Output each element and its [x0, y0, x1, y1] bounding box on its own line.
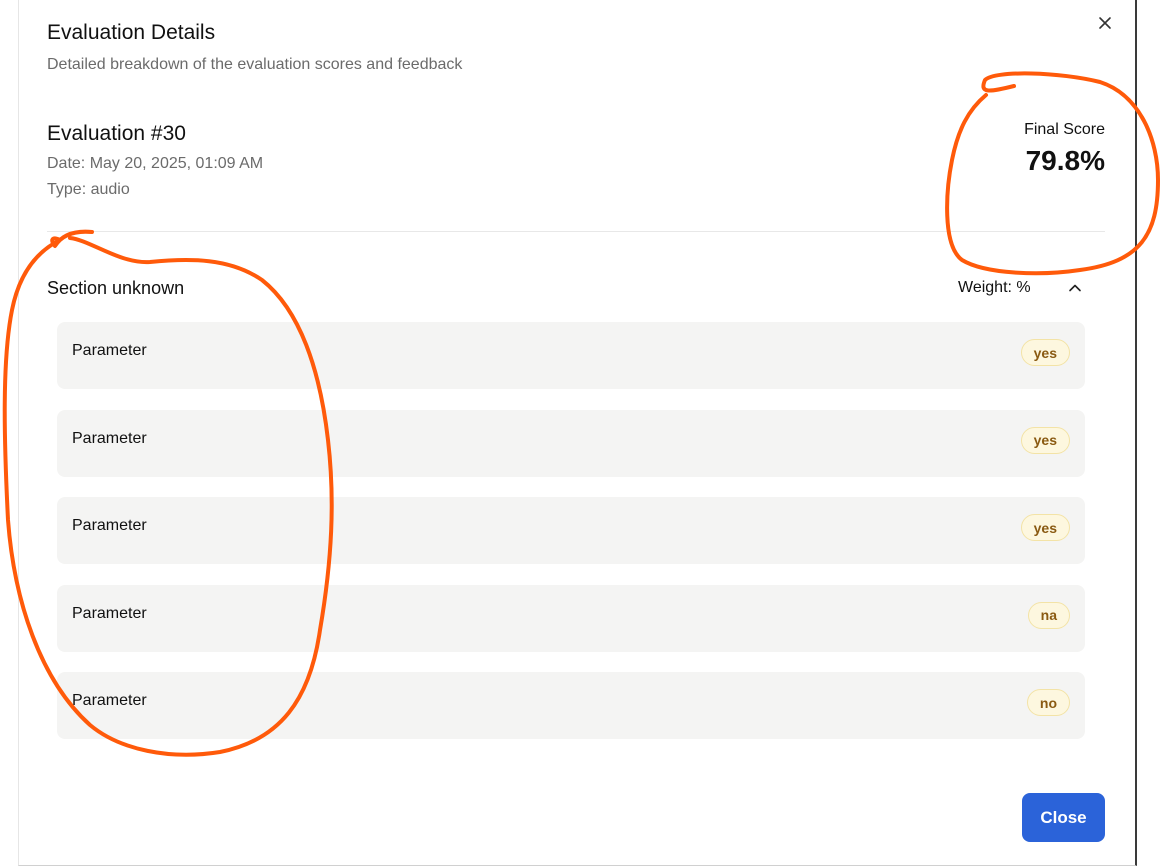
section-title: Section unknown: [47, 278, 185, 298]
parameter-label: Parameter: [72, 517, 147, 534]
parameter-row: Parameter yes: [57, 409, 1085, 477]
answer-badge: na: [1027, 601, 1070, 629]
close-button[interactable]: Close: [1022, 793, 1105, 842]
parameter-label: Parameter: [72, 604, 147, 622]
parameter-list: Parameter yes Parameter yes Parameter ye…: [57, 322, 1085, 760]
parameter-row: Parameter na: [57, 584, 1085, 652]
parameter-row: Parameter yes: [57, 322, 1085, 389]
answer-badge: yes: [1020, 426, 1070, 454]
parameter-label: Parameter: [72, 429, 147, 447]
answer-badge: yes: [1020, 339, 1070, 366]
answer-badge: yes: [1020, 514, 1070, 541]
chevron-up-icon[interactable]: [1066, 279, 1084, 297]
evaluation-type: Type: audio: [47, 181, 130, 198]
section-weight: Weight: %: [958, 279, 1031, 296]
parameter-row: Parameter yes: [57, 497, 1085, 564]
parameter-row: Parameter no: [57, 672, 1085, 739]
parameter-label: Parameter: [72, 692, 147, 709]
divider: [47, 231, 1105, 232]
dialog-title: Evaluation Details: [47, 21, 216, 44]
dialog-subtitle: Detailed breakdown of the evaluation sco…: [47, 56, 463, 73]
answer-badge: no: [1026, 689, 1070, 716]
close-icon[interactable]: [1094, 12, 1116, 34]
evaluation-date: Date: May 20, 2025, 01:09 AM: [47, 155, 264, 172]
evaluation-name: Evaluation #30: [47, 122, 186, 145]
parameter-label: Parameter: [72, 342, 147, 359]
final-score-label: Final Score: [1024, 121, 1105, 138]
final-score-value: 79.8%: [1025, 145, 1105, 176]
